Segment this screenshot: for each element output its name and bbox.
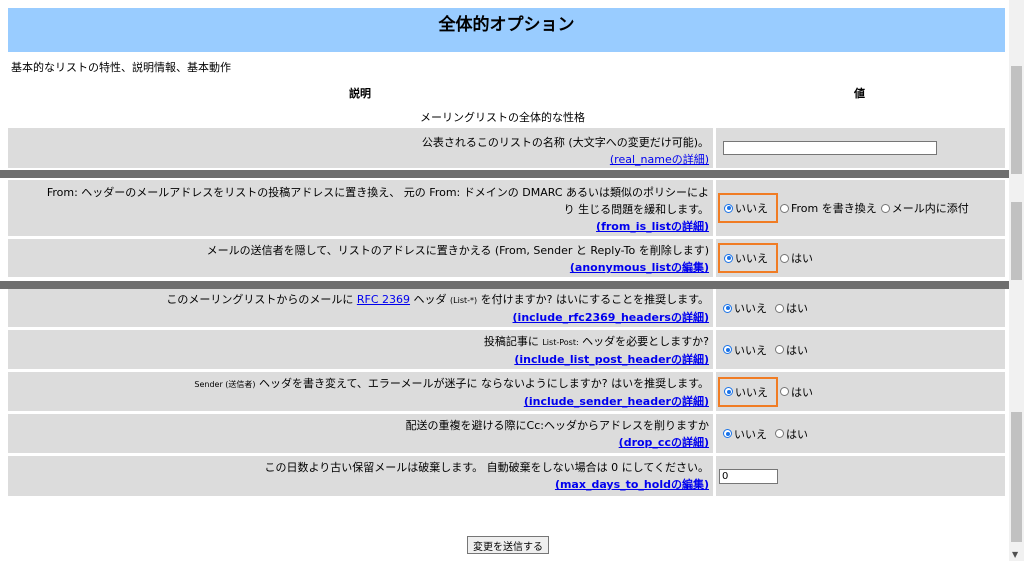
option-row-max-days-to-hold: この日数より古い保留メールは破棄します。 自動破棄をしない場合は 0 にしてくだ… (8, 456, 1005, 496)
radio-dot-icon (780, 387, 789, 396)
radio-dot-icon (775, 345, 784, 354)
option-value: いいえ はい (716, 330, 1005, 369)
radio-no[interactable]: いいえ (724, 200, 768, 216)
radio-no[interactable]: いいえ (724, 384, 768, 400)
option-description: このメーリングリストからのメールに RFC 2369 ヘッダ (List-*) … (8, 289, 713, 327)
scrollbar-thumb[interactable] (1011, 412, 1022, 542)
radio-yes[interactable]: はい (780, 384, 813, 400)
radio-no[interactable]: いいえ (723, 426, 767, 442)
option-row-from-is-list: From: ヘッダーのメールアドレスをリストの投稿アドレスに置き換え、 元の F… (8, 180, 1005, 236)
radio-dot-icon (724, 253, 733, 263)
option-value: いいえ はい (716, 372, 1005, 411)
radio-yes[interactable]: はい (775, 426, 808, 442)
option-value (716, 128, 1005, 168)
option-value: いいえ From を書き換え メール内に添付 (716, 180, 1005, 236)
radio-dot-icon (724, 387, 733, 396)
option-row-include-list-post-header: 投稿記事に List-Post: ヘッダを必要としますか? (include_l… (8, 330, 1005, 369)
radio-dot-icon (780, 203, 789, 213)
real-name-details-link[interactable]: (real_nameの詳細) (610, 153, 709, 166)
page-title: 全体的オプション (438, 14, 575, 35)
option-row-include-rfc2369-headers: このメーリングリストからのメールに RFC 2369 ヘッダ (List-*) … (8, 289, 1005, 327)
radio-dot-icon (880, 203, 890, 213)
option-description: この日数より古い保留メールは破棄します。 自動破棄をしない場合は 0 にしてくだ… (8, 456, 713, 496)
radio-dot-icon (780, 253, 789, 263)
radio-no[interactable]: いいえ (724, 250, 768, 266)
from-is-list-details-link[interactable]: (from_is_listの詳細) (596, 220, 709, 233)
scroll-down-arrow-icon[interactable]: ▼ (1012, 550, 1018, 559)
overlay-divider (0, 170, 1024, 178)
option-description: From: ヘッダーのメールアドレスをリストの投稿アドレスに置き換え、 元の F… (8, 180, 713, 236)
submit-changes-button[interactable]: 変更を送信する (467, 536, 549, 554)
max-days-to-hold-input[interactable] (719, 468, 778, 484)
option-description: 配送の重複を避ける際にCc:ヘッダからアドレスを削りますか (drop_ccの詳… (8, 414, 713, 453)
option-row-real-name: 公表されるこのリストの名称 (大文字への変更だけ可能)。 (real_nameの… (8, 128, 1005, 168)
radio-yes[interactable]: はい (775, 342, 808, 358)
option-row-anonymous-list: メールの送信者を隠して、リストのアドレスに置きかえる (From, Sender… (8, 239, 1005, 277)
option-value: いいえ はい (716, 239, 1005, 277)
radio-yes[interactable]: はい (775, 300, 808, 316)
highlight-box: いいえ (718, 243, 778, 273)
option-value: いいえ はい (716, 289, 1005, 327)
radio-dot-icon (775, 429, 784, 438)
radio-dot-icon (723, 303, 732, 313)
scrollbar-thumb[interactable] (1011, 66, 1022, 174)
page-header: 全体的オプション (8, 8, 1005, 52)
radio-rewrite-from[interactable]: From を書き換え (780, 200, 877, 216)
radio-no[interactable]: いいえ (723, 300, 767, 316)
highlight-box: いいえ (718, 193, 778, 223)
include-rfc2369-headers-details-link[interactable]: (include_rfc2369_headersの詳細) (513, 311, 709, 324)
radio-dot-icon (723, 429, 732, 438)
radio-dot-icon (723, 345, 732, 354)
option-description: Sender (送信者) ヘッダを書き変えて、エラーメールが迷子に ならないよう… (8, 372, 713, 411)
option-row-include-sender-header: Sender (送信者) ヘッダを書き変えて、エラーメールが迷子に ならないよう… (8, 372, 1005, 411)
anonymous-list-edit-link[interactable]: (anonymous_listの編集) (570, 261, 709, 274)
radio-no[interactable]: いいえ (723, 342, 767, 358)
scrollbar-thumb[interactable] (1011, 202, 1022, 280)
rfc2369-link[interactable]: RFC 2369 (357, 293, 410, 306)
radio-dot-icon (775, 303, 784, 313)
highlight-box: いいえ (718, 376, 778, 407)
option-description: 投稿記事に List-Post: ヘッダを必要としますか? (include_l… (8, 330, 713, 369)
option-description: メールの送信者を隠して、リストのアドレスに置きかえる (From, Sender… (8, 239, 713, 277)
real-name-input[interactable] (723, 141, 937, 155)
option-value: いいえ はい (716, 414, 1005, 453)
option-description: 公表されるこのリストの名称 (大文字への変更だけ可能)。 (real_nameの… (8, 128, 713, 168)
max-days-to-hold-edit-link[interactable]: (max_days_to_holdの編集) (555, 478, 709, 491)
column-header-description: 説明 (349, 87, 371, 100)
option-row-drop-cc: 配送の重複を避ける際にCc:ヘッダからアドレスを削りますか (drop_ccの詳… (8, 414, 1005, 453)
page-subtitle: 基本的なリストの特性、説明情報、基本動作 (11, 61, 231, 74)
radio-yes[interactable]: はい (780, 250, 813, 266)
option-value (716, 456, 1005, 496)
include-list-post-header-details-link[interactable]: (include_list_post_headerの詳細) (514, 353, 709, 366)
column-header-value: 値 (854, 87, 865, 100)
overlay-divider (0, 281, 1024, 289)
section-title: メーリングリストの全体的な性格 (420, 111, 585, 124)
radio-attach-in-message[interactable]: メール内に添付 (880, 200, 969, 216)
vertical-scrollbar[interactable]: ▼ (1009, 0, 1024, 561)
include-sender-header-details-link[interactable]: (include_sender_headerの詳細) (524, 395, 709, 408)
drop-cc-details-link[interactable]: (drop_ccの詳細) (619, 436, 709, 449)
radio-dot-icon (724, 203, 733, 213)
